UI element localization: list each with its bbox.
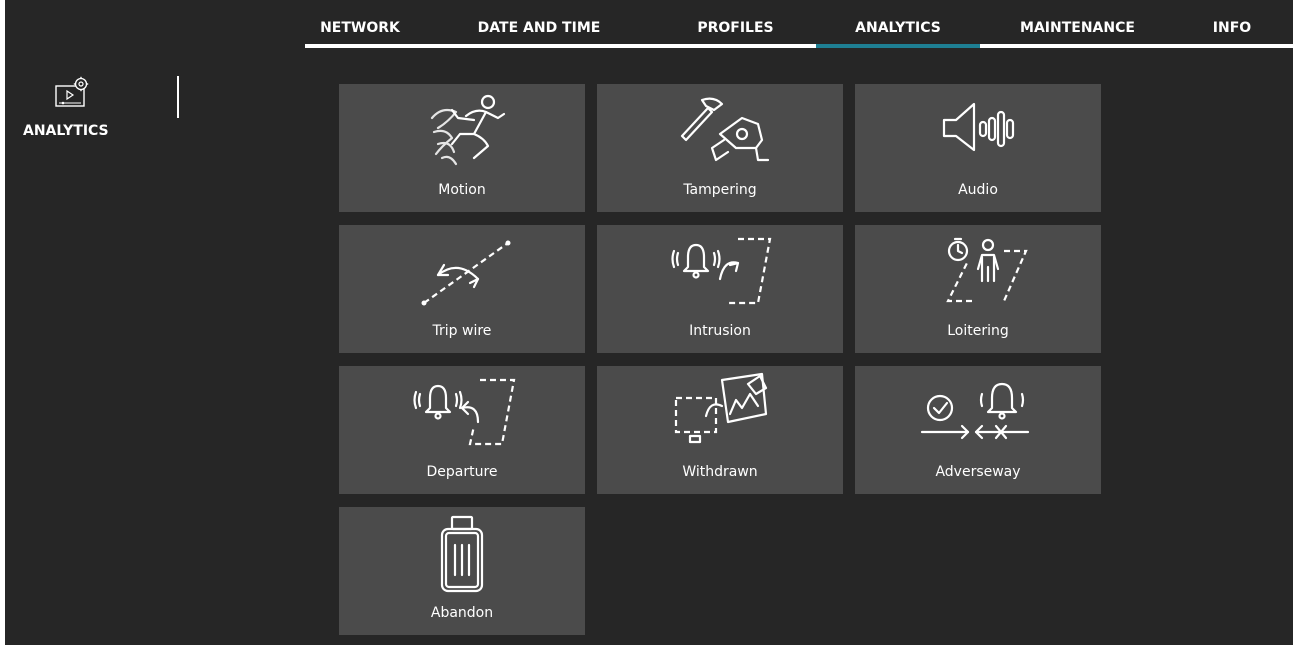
tile-label: Motion xyxy=(438,182,486,198)
tile-tampering[interactable]: Tampering xyxy=(597,84,843,212)
app-window: NETWORK DATE AND TIME PROFILES ANALYTICS… xyxy=(5,0,1293,645)
intrusion-bell-icon xyxy=(671,237,772,305)
tab-analytics-label: ANALYTICS xyxy=(855,20,941,36)
analytics-settings-icon xyxy=(55,76,89,107)
tab-date-and-time-label: DATE AND TIME xyxy=(477,20,601,36)
tab-underline-active xyxy=(816,44,980,48)
tile-motion[interactable]: Motion xyxy=(339,84,585,212)
tab-maintenance[interactable]: MAINTENANCE xyxy=(980,0,1175,48)
tile-label: Loitering xyxy=(947,323,1009,339)
speaker-waveform-icon xyxy=(942,102,1015,152)
tile-trip-wire[interactable]: Trip wire xyxy=(339,225,585,353)
suitcase-icon xyxy=(440,515,484,593)
sidebar-item-analytics[interactable]: ANALYTICS xyxy=(23,74,113,144)
running-person-icon xyxy=(430,94,506,166)
tile-label: Trip wire xyxy=(432,323,492,339)
tab-profiles[interactable]: PROFILES xyxy=(655,0,816,48)
tile-audio[interactable]: Audio xyxy=(855,84,1101,212)
sidebar-item-label: ANALYTICS xyxy=(23,123,109,139)
tab-network[interactable]: NETWORK xyxy=(305,0,431,48)
departure-bell-icon xyxy=(413,378,516,446)
tile-label: Withdrawn xyxy=(682,464,758,480)
tile-departure[interactable]: Departure xyxy=(339,366,585,494)
tab-underline xyxy=(431,44,655,48)
tab-underline xyxy=(305,44,431,48)
top-navigation: NETWORK DATE AND TIME PROFILES ANALYTICS… xyxy=(305,0,1293,52)
tile-label: Audio xyxy=(958,182,998,198)
tab-info-label: INFO xyxy=(1212,20,1252,36)
tile-label: Adverseway xyxy=(935,464,1021,480)
tab-network-label: NETWORK xyxy=(320,20,400,36)
tab-maintenance-label: MAINTENANCE xyxy=(1020,20,1135,36)
tile-label: Intrusion xyxy=(689,323,751,339)
hammer-camera-icon xyxy=(680,97,770,162)
tile-label: Departure xyxy=(426,464,498,480)
tab-profiles-label: PROFILES xyxy=(697,20,774,36)
adverseway-check-bell-icon xyxy=(920,382,1030,440)
tile-abandon[interactable]: Abandon xyxy=(339,507,585,635)
tile-label: Tampering xyxy=(683,182,757,198)
tile-loitering[interactable]: Loitering xyxy=(855,225,1101,353)
tile-label: Abandon xyxy=(430,605,494,621)
tab-underline xyxy=(655,44,816,48)
tile-withdrawn[interactable]: Withdrawn xyxy=(597,366,843,494)
tab-underline xyxy=(980,44,1175,48)
tripwire-icon xyxy=(421,240,511,306)
sidebar-divider xyxy=(177,76,179,118)
tab-analytics[interactable]: ANALYTICS xyxy=(816,0,980,48)
tab-date-and-time[interactable]: DATE AND TIME xyxy=(431,0,655,48)
tile-adverseway[interactable]: Adverseway xyxy=(855,366,1101,494)
tab-underline xyxy=(1175,44,1293,48)
loitering-timer-person-icon xyxy=(946,237,1028,303)
tab-info[interactable]: INFO xyxy=(1175,0,1293,48)
tile-intrusion[interactable]: Intrusion xyxy=(597,225,843,353)
withdrawn-picture-icon xyxy=(674,372,768,444)
